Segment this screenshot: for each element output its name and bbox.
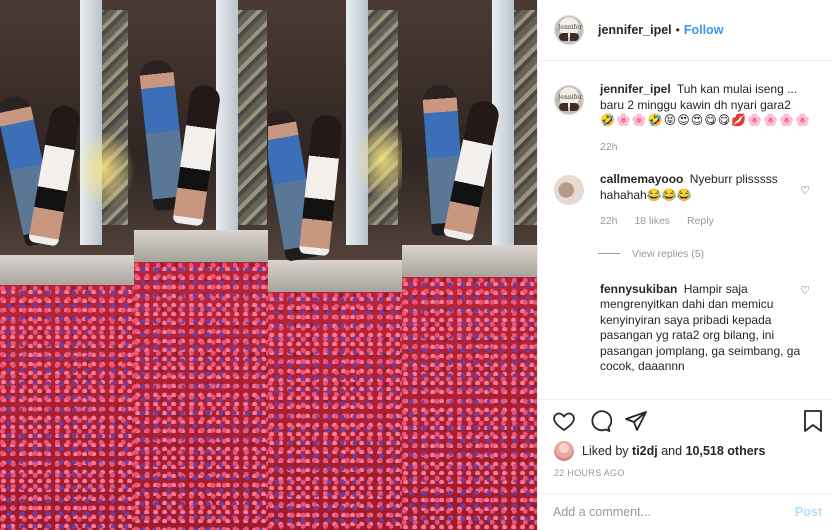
view-replies[interactable]: View replies (5) — [598, 248, 832, 260]
comment-username[interactable]: fennysukiban — [600, 282, 677, 296]
comment-item: callmemayooo Nyeburr plisssss hahahah😂😂😂… — [554, 172, 832, 230]
comment-icon[interactable] — [588, 409, 612, 433]
view-replies-label[interactable]: View replies (5) — [632, 248, 704, 260]
post-photo[interactable] — [0, 0, 537, 530]
comment-like-heart-icon[interactable]: ♡ — [800, 284, 810, 297]
comment-username[interactable]: jennifer_ipel — [600, 82, 671, 96]
author-avatar[interactable]: Jennifer — [554, 15, 584, 45]
post-header: Jennifer jennifer_ipel • Follow — [538, 0, 832, 61]
comment-avatar[interactable]: Jennifer — [554, 85, 584, 115]
comments-list[interactable]: Jennifer jennifer_ipel Tuh kan mulai ise… — [538, 62, 832, 399]
bookmark-icon[interactable] — [802, 409, 824, 433]
comment-meta: 22h — [600, 140, 815, 156]
liker-username[interactable]: ti2dj — [632, 444, 658, 458]
liker-avatar[interactable] — [554, 441, 574, 461]
header-separator: • — [675, 23, 680, 37]
replies-divider — [598, 253, 620, 254]
add-comment-bar: Add a comment... Post — [538, 493, 832, 530]
likes-count[interactable]: 10,518 others — [686, 444, 766, 458]
comment-likes[interactable]: 18 likes — [634, 215, 670, 227]
photo-frame-4 — [402, 0, 537, 530]
photo-frame-1 — [0, 0, 135, 530]
comment-item: fennysukiban Hampir saja mengrenyitkan d… — [554, 282, 832, 375]
post-sidebar: Jennifer jennifer_ipel • Follow Jennifer… — [537, 0, 832, 530]
comment-time[interactable]: 22h — [600, 215, 618, 227]
share-icon[interactable] — [624, 409, 648, 433]
comment-time[interactable]: 22h — [600, 141, 618, 153]
caption-comment: Jennifer jennifer_ipel Tuh kan mulai ise… — [554, 82, 832, 155]
likes-connector: and — [661, 444, 683, 458]
comment-emojis: 🤣🌸🌸🤣😝😍😍😋😋💋🌸🌸🌸🌸 — [600, 113, 812, 127]
comment-like-heart-icon[interactable]: ♡ — [800, 184, 810, 197]
comment-meta: 22h 18 likes Reply — [600, 214, 815, 230]
likes-prefix: Liked by — [582, 444, 629, 458]
action-bar — [538, 399, 832, 439]
likes-summary: Liked by ti2dj and 10,518 others — [554, 441, 766, 461]
post-timestamp[interactable]: 22 HOURS AGO — [554, 468, 625, 478]
heart-icon[interactable] — [552, 409, 576, 433]
photo-frame-2 — [134, 0, 269, 530]
follow-button[interactable]: Follow — [684, 23, 724, 37]
post-button[interactable]: Post — [795, 505, 822, 519]
comment-input[interactable]: Add a comment... — [553, 505, 651, 519]
photo-frame-3 — [268, 0, 403, 530]
reply-button[interactable]: Reply — [687, 215, 714, 227]
comment-avatar[interactable] — [554, 175, 584, 205]
comment-username[interactable]: callmemayooo — [600, 172, 683, 186]
author-username[interactable]: jennifer_ipel — [598, 23, 672, 37]
